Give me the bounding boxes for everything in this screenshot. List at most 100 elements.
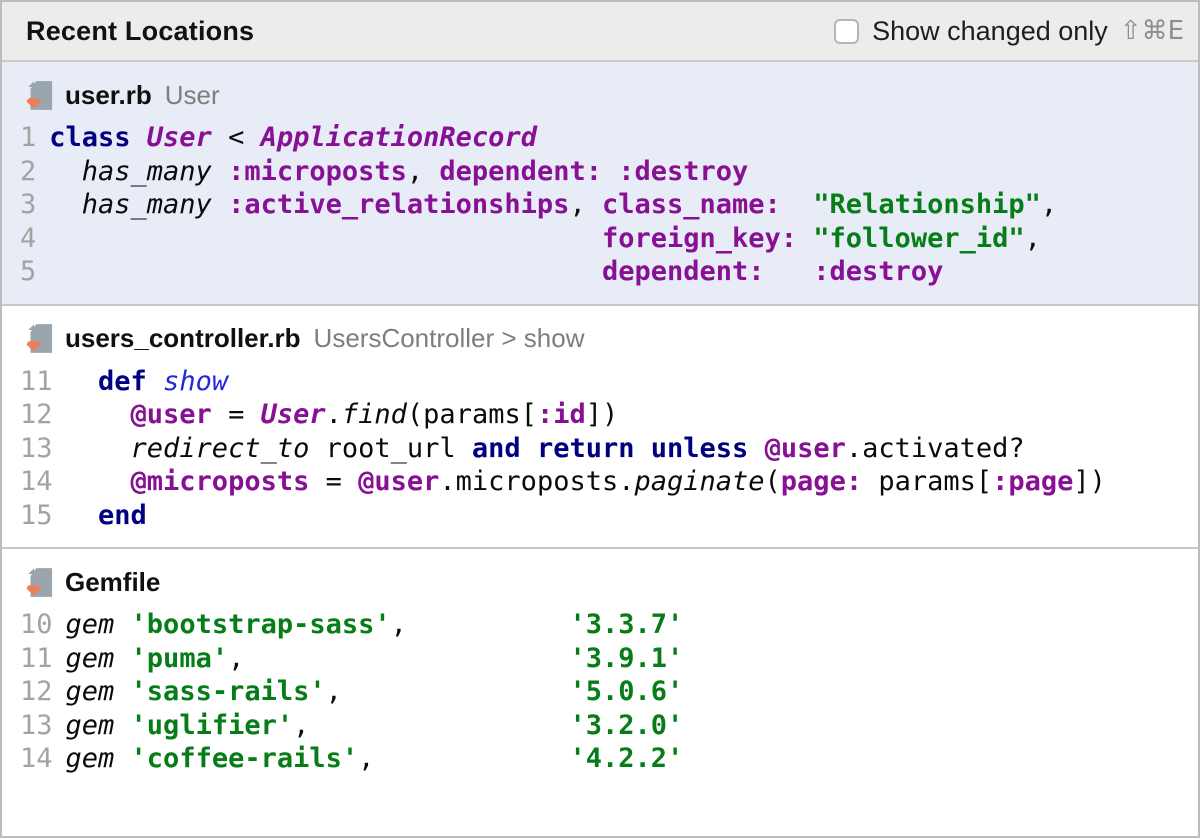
code-line: 10gem 'bootstrap-sass', '3.3.7' xyxy=(20,608,1198,642)
file-context: User xyxy=(165,80,220,111)
code-token xyxy=(114,710,130,741)
code-token: has_many xyxy=(82,189,212,220)
code-line: 13 redirect_to root_url and return unles… xyxy=(20,432,1198,466)
locations-list: user.rbUser 1 class User < ApplicationReco… xyxy=(2,62,1198,836)
code-line: 12 @user = User.find(params[:id]) xyxy=(20,398,1198,432)
code-token: = xyxy=(212,399,261,430)
code-token: @user xyxy=(358,466,439,497)
code-token: ]) xyxy=(1073,466,1106,497)
recent-location-entry-gemfile[interactable]: Gemfile 10gem 'bootstrap-sass', '3.3.7'11… xyxy=(2,549,1198,836)
code-token xyxy=(602,156,618,187)
code-token: gem xyxy=(66,710,115,741)
code-token: ApplicationRecord xyxy=(261,122,537,153)
code-line: 14 @microposts = @user.microposts.pagina… xyxy=(20,465,1198,499)
code-token: class_name: xyxy=(602,189,781,220)
code-token: < xyxy=(212,122,261,153)
file-context: UsersController > show xyxy=(314,323,585,354)
code-token: 'uglifier' xyxy=(131,710,294,741)
file-name: Gemfile xyxy=(65,567,160,598)
code-token: , xyxy=(358,743,569,774)
recent-location-entry-user-rb[interactable]: user.rbUser 1 class User < ApplicationReco… xyxy=(2,62,1198,306)
code-snippet: 11 def show12 @user = User.find(params[:… xyxy=(2,365,1198,533)
code-token: ( xyxy=(765,466,781,497)
line-number: 2 xyxy=(20,155,36,189)
code-token: , xyxy=(407,156,440,187)
code-token xyxy=(66,466,131,497)
code-line: 3 has_many :active_relationships, class_… xyxy=(20,188,1198,222)
code-token xyxy=(114,676,130,707)
code-line: 1 class User < ApplicationRecord xyxy=(20,121,1198,155)
code-token xyxy=(797,223,813,254)
code-token xyxy=(49,189,82,220)
recent-location-entry-users-controller-rb[interactable]: users_controller.rbUsersController > sho… xyxy=(2,306,1198,550)
line-number: 12 xyxy=(20,398,53,432)
code-token xyxy=(114,643,130,674)
code-token: :destroy xyxy=(618,156,748,187)
file-header: user.rbUser xyxy=(2,75,1198,115)
code-token: and xyxy=(472,433,521,464)
code-token: dependent: xyxy=(602,256,765,287)
code-token: :microposts xyxy=(228,156,407,187)
line-number: 11 xyxy=(20,642,53,676)
code-token: . xyxy=(326,399,342,430)
line-number: 1 xyxy=(20,121,36,155)
code-token: 'sass-rails' xyxy=(131,676,326,707)
line-number: 12 xyxy=(20,675,53,709)
code-token: "follower_id" xyxy=(813,223,1024,254)
code-snippet: 1 class User < ApplicationRecord 2 has_man… xyxy=(2,121,1198,289)
code-token: find xyxy=(342,399,407,430)
code-token: '3.3.7' xyxy=(569,609,683,640)
line-number: 11 xyxy=(20,365,53,399)
code-token xyxy=(66,500,99,531)
code-token xyxy=(66,366,99,397)
show-changed-only-checkbox[interactable] xyxy=(834,19,859,44)
code-token: def xyxy=(98,366,147,397)
code-token xyxy=(66,433,131,464)
popup-titlebar: Recent Locations Show changed only ⇧⌘E xyxy=(2,2,1198,62)
code-token xyxy=(114,743,130,774)
code-token: '5.0.6' xyxy=(569,676,683,707)
code-token xyxy=(765,256,814,287)
code-token: .activated? xyxy=(846,433,1025,464)
code-token: gem xyxy=(66,743,115,774)
line-number: 15 xyxy=(20,499,53,533)
code-token xyxy=(635,433,651,464)
code-token: :active_relationships xyxy=(228,189,569,220)
code-token: , xyxy=(391,609,570,640)
ruby-file-icon xyxy=(26,80,53,111)
code-token xyxy=(147,366,163,397)
code-token xyxy=(131,122,147,153)
code-token xyxy=(49,156,82,187)
code-token: 'bootstrap-sass' xyxy=(131,609,391,640)
code-token: @user xyxy=(765,433,846,464)
code-token: (params[ xyxy=(407,399,537,430)
code-line: 4 foreign_key: "follower_id", xyxy=(20,222,1198,256)
file-header: users_controller.rbUsersController > sho… xyxy=(2,319,1198,359)
code-token: end xyxy=(98,500,147,531)
code-token: page: xyxy=(781,466,862,497)
line-number: 13 xyxy=(20,432,53,466)
code-token: User xyxy=(147,122,212,153)
code-line: 11gem 'puma', '3.9.1' xyxy=(20,642,1198,676)
line-number: 4 xyxy=(20,222,36,256)
code-token: class xyxy=(49,122,130,153)
line-number: 14 xyxy=(20,465,53,499)
code-token: foreign_key: xyxy=(602,223,797,254)
code-token xyxy=(212,156,228,187)
code-token: root_url xyxy=(309,433,472,464)
code-token xyxy=(212,189,228,220)
code-line: 12gem 'sass-rails', '5.0.6' xyxy=(20,675,1198,709)
show-changed-only-label[interactable]: Show changed only xyxy=(872,16,1108,47)
code-token: redirect_to xyxy=(131,433,310,464)
code-token xyxy=(748,433,764,464)
code-token: , xyxy=(326,676,570,707)
code-token: , xyxy=(293,710,569,741)
code-line: 15 end xyxy=(20,499,1198,533)
code-token: User xyxy=(261,399,326,430)
code-token: '4.2.2' xyxy=(569,743,683,774)
code-token xyxy=(66,399,131,430)
ruby-file-icon xyxy=(26,567,53,598)
code-token xyxy=(521,433,537,464)
code-token: has_many xyxy=(82,156,212,187)
code-token xyxy=(49,256,602,287)
